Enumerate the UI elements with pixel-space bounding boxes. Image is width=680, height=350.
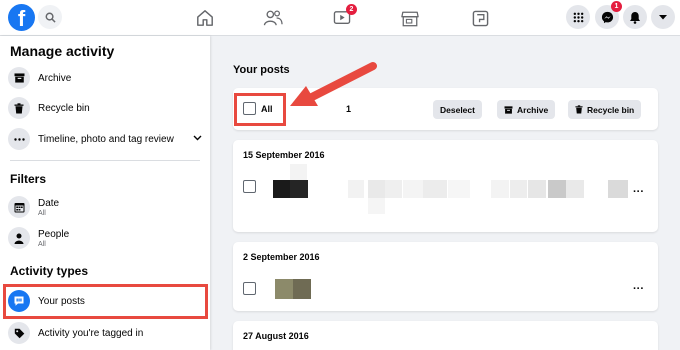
filter-date-value: All [38,209,46,217]
recycle-bin-label: Recycle bin [587,104,635,115]
sidebar-item-label: Archive [38,72,72,84]
sidebar-title: Manage activity [10,43,115,59]
post-group-date: 2 September 2016 [243,252,320,262]
sidebar-item-timeline-review[interactable]: Timeline, photo and tag review [8,126,202,152]
sidebar-item-recycle-bin[interactable]: Recycle bin [8,95,202,121]
marketplace-nav-button[interactable] [399,7,421,29]
messenger-badge: 1 [611,1,622,12]
sidebar: Manage activity Archive Recycle bin Time… [0,36,210,350]
groups-nav-button[interactable] [469,7,491,29]
archive-label: Archive [517,104,549,115]
search-icon [45,12,56,23]
watch-nav-button[interactable]: 2 [331,4,357,29]
person-icon [8,227,30,249]
post-group: 27 August 2016 [233,321,658,350]
archive-icon [8,67,30,89]
archive-button[interactable]: Archive [497,100,556,119]
tag-icon [8,322,30,344]
filter-date-label: Date [38,197,60,209]
divider [10,160,200,161]
top-navigation-bar: f 2 1 [0,0,680,36]
post-preview[interactable] [273,164,643,216]
filters-title: Filters [10,172,47,186]
marketplace-icon [401,11,419,26]
activity-types-title: Activity types [10,264,89,278]
menu-button[interactable] [566,5,590,29]
chevron-down-icon[interactable] [193,135,202,141]
activity-item-label: Activity you're tagged in [38,327,144,339]
account-dropdown-button[interactable] [651,5,675,29]
post-group-date: 15 September 2016 [243,150,325,160]
post-checkbox[interactable] [243,180,256,193]
post-group: 15 September 2016 ··· [233,140,658,232]
activity-item-tagged[interactable]: Activity you're tagged in [8,320,202,346]
friends-icon [263,10,283,26]
post-preview[interactable] [275,279,311,299]
search-button[interactable] [38,5,62,29]
calendar-icon [8,196,30,218]
sidebar-item-label: Recycle bin [38,102,90,114]
more-icon [8,128,30,150]
trash-icon [8,97,30,119]
sidebar-item-label: Timeline, photo and tag review [38,133,174,145]
watch-badge: 2 [346,4,357,15]
recycle-bin-button[interactable]: Recycle bin [568,100,642,119]
post-checkbox[interactable] [243,282,256,295]
filter-people-value: All [38,240,46,248]
filter-date[interactable]: Date All [8,194,202,220]
messenger-button[interactable]: 1 [595,1,622,29]
home-icon [197,10,213,26]
sidebar-item-archive[interactable]: Archive [8,65,202,91]
select-all-highlight [234,93,286,126]
deselect-label: Deselect [440,104,475,115]
friends-nav-button[interactable] [262,7,284,29]
menu-grid-icon [573,12,583,22]
your-posts-highlight [3,284,208,319]
page-title: Your posts [233,64,290,76]
post-more-button[interactable]: ··· [633,283,644,295]
messenger-icon [601,11,613,23]
archive-icon [504,105,513,114]
facebook-logo[interactable]: f [8,4,35,31]
account-dropdown-icon [659,15,667,20]
post-group: 2 September 2016 ··· [233,242,658,311]
annotation-arrow-icon [290,62,377,106]
deselect-button[interactable]: Deselect [433,100,482,119]
post-group-date: 27 August 2016 [243,331,309,341]
post-more-button[interactable]: ··· [633,186,644,198]
trash-icon [575,105,583,114]
groups-icon [472,10,488,26]
filter-people[interactable]: People All [8,225,202,251]
notifications-button[interactable] [623,5,647,29]
filter-people-label: People [38,228,70,240]
home-nav-button[interactable] [194,7,216,29]
notifications-icon [630,11,640,24]
